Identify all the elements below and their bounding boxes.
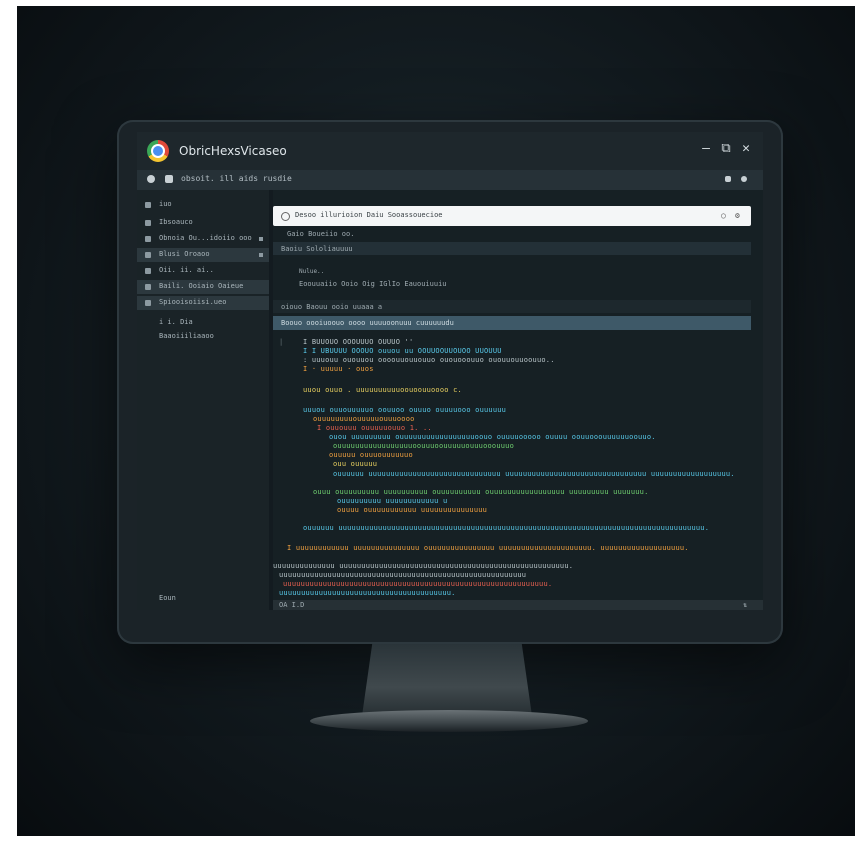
app-logo-icon [147, 140, 169, 162]
bookmark-icon[interactable]: ○ [721, 211, 726, 220]
monitor-stand-neck [362, 644, 532, 716]
file-icon [145, 220, 151, 226]
file-icon [145, 300, 151, 306]
meta-line: Eoouuaiio Ooio Oig IGlIo Eauouiuuiu [299, 280, 447, 288]
code-line: I uuuuuuuuuuuu uuuuuuuuuuuuuuu ouuuuuuuu… [287, 544, 689, 552]
code-line: : uuuouu ououuou oooouuouuouuo ououooouu… [303, 356, 555, 364]
sidebar-item-label: Baaoiiiliaaoo [159, 332, 214, 340]
sidebar: iuo Ibsoauco Obnoia Ou...idoiio ooo Blus… [137, 190, 269, 610]
code-line: ouuuuuu uuuuuuuuuuuuuuuuuuuuuuuuuuuuuuuu… [303, 524, 710, 532]
close-button[interactable]: ✕ [737, 141, 755, 156]
sidebar-header: iuo [137, 198, 269, 212]
code-line: I BUUOUO OOOUUUO OUUUO '' [303, 338, 414, 346]
file-icon [145, 252, 151, 258]
selected-row-label: Boouo oooiuoouo oooo uuuuoonuuu cuuuuuud… [281, 319, 454, 327]
sidebar-item-label: Blusi Oroaoo [159, 250, 210, 258]
code-line: uuuuuuuuuuuuuuuuuuuuuuuuuuuuuuuuuuuuuuu. [279, 589, 456, 597]
code-line: I · uuuuu · ouos [303, 365, 374, 373]
code-line: I I UBUUUU OOOUO ouuou uu OOUUOOUUOUOO U… [303, 347, 502, 355]
monitor-bezel: ObricHexsVicaseo — ⧉ ✕ obsoit. ill aids … [117, 120, 783, 644]
folder-icon [145, 202, 151, 208]
sidebar-item-label: Spiooisoiisi.ueo [159, 298, 227, 306]
settings-icon[interactable] [741, 176, 747, 182]
sidebar-item[interactable]: Ibsoauco [137, 216, 269, 230]
sidebar-item[interactable]: Blusi Oroaoo [137, 248, 269, 262]
meta-label: Nulue.. [299, 268, 325, 275]
field-bar-label: Baoiu Sololiauuuu [281, 245, 353, 253]
search-icon [281, 212, 290, 221]
code-line: ouuuuuu uuuuuuuuuuuuuuuuuuuuuuuuuuuuuu u… [333, 470, 735, 478]
code-line: ouuu ouuuuuuuuu uuuuuuuuuu ouuuuuuuuuu o… [313, 488, 649, 496]
status-right-icon[interactable]: ⇅ [743, 601, 747, 609]
item-indicator-icon [259, 253, 263, 257]
code-line: uuuuuuuuuuuuuuuuuuuuuuuuuuuuuuuuuuuuuuuu… [279, 571, 527, 579]
sidebar-item-label: Baili. Ooiaio Oaieue [159, 282, 244, 290]
file-icon [145, 236, 151, 242]
sidebar-footer[interactable]: Eoun [137, 592, 269, 606]
tabs-bar: oiouo Baouu ooio uuaaa a [273, 300, 751, 313]
main-panel: Desoo illurioion Daiu Sooassouecioe ○ ⚙ … [273, 190, 763, 610]
code-line: ouuuu ouuuuuuuuuuu uuuuuuuuuuuuuuu [337, 506, 488, 514]
sidebar-item-label: i i. Dia [159, 318, 193, 326]
code-line: ouuuuu ouuuouuuuuuo [329, 451, 413, 459]
sidebar-item[interactable]: Baaoiiiliaaoo [137, 330, 269, 344]
maximize-button[interactable]: ⧉ [717, 141, 735, 156]
code-line: uuou ouuo . uuuuuuuuuuoouoouuoooo c. [303, 386, 462, 394]
toolbar: obsoit. ill aids rusdie [137, 170, 763, 190]
status-left: OA I.D [279, 601, 305, 609]
sidebar-item[interactable]: i i. Dia [137, 316, 269, 330]
home-icon[interactable] [147, 175, 155, 183]
sidebar-item[interactable]: Baili. Ooiaio Oaieue [137, 280, 269, 294]
sidebar-item-label: Ibsoauco [159, 218, 193, 226]
line-number: | [279, 338, 284, 346]
breadcrumb: Gaio Boueiio oo. [287, 230, 355, 238]
sidebar-footer-label: Eoun [159, 594, 176, 602]
code-line: ouuuuuuuuuuuuuuuuuoouuuoouuuuuouuuooouuu… [333, 442, 514, 450]
item-indicator-icon [259, 237, 263, 241]
monitor-stand-base [310, 710, 588, 732]
code-line: uuuuuuuuuuuuuu uuuuuuuuuuuuuuuuuuuuuuuuu… [273, 562, 574, 570]
toolbar-menu[interactable]: obsoit. ill aids rusdie [181, 174, 292, 183]
refresh-icon[interactable] [725, 176, 731, 182]
code-line: ouuuuuuuuu uuuuuuuuuuuu u [337, 497, 448, 505]
background-scene: ObricHexsVicaseo — ⧉ ✕ obsoit. ill aids … [17, 6, 855, 836]
selected-row[interactable]: Boouo oooiuoouo oooo uuuuoonuuu cuuuuuud… [273, 316, 751, 330]
status-bar: OA I.D ⇅ [273, 600, 763, 610]
sidebar-header-label: iuo [159, 200, 172, 208]
code-line: ouou uuuuuuuuu ouuuuuuuuuuuuuuuuuoouo ou… [329, 433, 656, 441]
user-icon [145, 284, 151, 290]
sidebar-item[interactable]: Spiooisoiisi.ueo [137, 296, 269, 310]
app-title: ObricHexsVicaseo [179, 144, 287, 158]
code-line: ouu ouuuuu [333, 460, 378, 468]
grid-icon[interactable] [165, 175, 173, 183]
address-url: Desoo illurioion Daiu Sooassouecioe [295, 211, 443, 219]
sidebar-item-label: Oii. ii. ai.. [159, 266, 214, 274]
code-line: uuuuuuuuuuuuuuuuuuuuuuuuuuuuuuuuuuuuuuuu… [283, 580, 553, 588]
screen: ObricHexsVicaseo — ⧉ ✕ obsoit. ill aids … [137, 132, 763, 610]
sidebar-item[interactable]: Oii. ii. ai.. [137, 264, 269, 278]
code-line: I ouuouuu ouuuuuouuo 1. .. [317, 424, 432, 432]
sidebar-item-label: Obnoia Ou...idoiio ooo [159, 234, 252, 242]
title-bar: ObricHexsVicaseo — ⧉ ✕ [137, 132, 763, 170]
code-line: ouuuuuuuuouuuuuouuuoooo [313, 415, 415, 423]
menu-icon[interactable]: ⚙ [735, 211, 740, 220]
address-bar[interactable]: Desoo illurioion Daiu Sooassouecioe ○ ⚙ [273, 206, 751, 226]
minimize-button[interactable]: — [697, 141, 715, 156]
code-line: uuuou ouuouuuuuo oouuoo ouuuo ouuuuooo o… [303, 406, 507, 414]
tabs-line[interactable]: oiouo Baouu ooio uuaaa a [281, 303, 382, 311]
field-bar[interactable]: Baoiu Sololiauuuu [273, 242, 751, 255]
file-icon [145, 268, 151, 274]
sidebar-item[interactable]: Obnoia Ou...idoiio ooo [137, 232, 269, 246]
